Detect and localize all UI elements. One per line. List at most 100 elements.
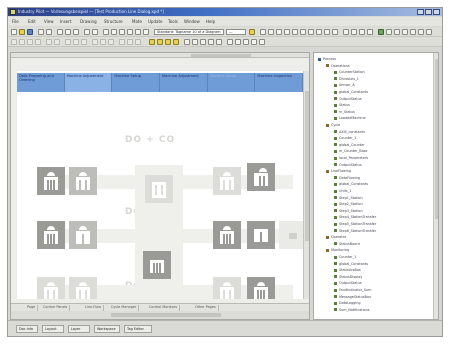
image-icon[interactable] [127, 29, 133, 35]
tree-folder[interactable]: Cycle [326, 123, 340, 127]
status-layer[interactable]: Layer [68, 325, 90, 333]
copy-icon[interactable] [65, 29, 71, 35]
station-block[interactable] [279, 221, 303, 249]
align-left-icon[interactable] [65, 39, 71, 45]
diagram-canvas[interactable]: Data Preparing and Ordering Machine Adju… [17, 71, 303, 299]
canvas-tab-machine-setup-2[interactable]: Machine Setup [208, 73, 256, 92]
maximize-icon[interactable] [425, 9, 432, 15]
minimize-icon[interactable] [417, 9, 424, 15]
tree-leaf[interactable]: m_Counter_Base [334, 149, 368, 153]
station-block[interactable] [37, 221, 65, 249]
highlight-icon[interactable] [165, 39, 171, 45]
align-right-icon[interactable] [81, 39, 87, 45]
undo-icon[interactable] [84, 29, 90, 35]
polygon-tool-icon[interactable] [300, 29, 306, 35]
tree-folder[interactable]: Operations [326, 64, 350, 68]
open-icon[interactable] [19, 29, 25, 35]
compile-icon[interactable] [410, 29, 416, 35]
close-icon[interactable] [433, 9, 440, 15]
canvas-tab-machine-adjustment-2[interactable]: Machine Adjustment [160, 73, 208, 92]
same-width-icon[interactable] [119, 39, 125, 45]
tree-leaf[interactable]: StatusBoard [334, 242, 360, 246]
station-block[interactable] [213, 277, 241, 299]
status-doc-info[interactable]: Doc Info [16, 325, 38, 333]
tree-leaf[interactable]: Step6_StationTransfer [334, 229, 376, 233]
tree-leaf[interactable]: DataLogging [334, 301, 361, 305]
monitor-icon[interactable] [402, 29, 408, 35]
tree-leaf[interactable]: StatusDisplay [334, 275, 362, 279]
send-back-icon[interactable] [54, 39, 60, 45]
ellipse-tool-icon[interactable] [292, 29, 298, 35]
arc-tool-icon[interactable] [316, 29, 322, 35]
tree-leaf[interactable]: Counter_1 [334, 136, 356, 140]
status-layout[interactable]: Layout [42, 325, 64, 333]
station-block[interactable] [213, 221, 241, 249]
align-center-icon[interactable] [73, 39, 79, 45]
junction-block[interactable] [145, 175, 173, 203]
nav-last-icon[interactable] [251, 39, 257, 45]
chart-icon[interactable] [119, 29, 125, 35]
station-block[interactable] [247, 221, 275, 249]
tree-leaf[interactable]: m_Status [334, 110, 355, 114]
nav-next-icon[interactable] [243, 39, 249, 45]
tree-leaf[interactable]: OutputStatus [334, 163, 362, 167]
status-workspace[interactable]: Workspace [94, 325, 120, 333]
print-icon[interactable] [38, 29, 44, 35]
nav-prev-icon[interactable] [235, 39, 241, 45]
menu-window[interactable]: Window [184, 19, 200, 24]
tree-folder[interactable]: LineFlowing [326, 169, 351, 173]
menu-drawing[interactable]: Drawing [80, 19, 97, 24]
tree-leaf[interactable]: DataFlowing [334, 176, 360, 180]
canvas-tab-machine-adjustment[interactable]: Machine Adjustment [64, 73, 113, 92]
menu-view[interactable]: View [44, 19, 54, 24]
tree-leaf[interactable]: global_Counter [334, 143, 365, 147]
rotate-icon[interactable] [27, 39, 33, 45]
station-block[interactable] [37, 167, 65, 195]
tree-leaf[interactable]: Sensor_A [334, 83, 355, 87]
canvas-scroll-thumb[interactable] [305, 91, 309, 241]
same-height-icon[interactable] [127, 39, 133, 45]
menu-structure[interactable]: Structure [104, 19, 123, 24]
station-block[interactable] [37, 277, 65, 299]
zoom-out-icon[interactable] [192, 39, 198, 45]
junction-block[interactable] [143, 251, 171, 279]
tree-leaf[interactable]: StatisticsBox [334, 268, 361, 272]
style-combo[interactable]: Standard: Tagname 10 of a Diagram [154, 29, 224, 35]
table-icon[interactable] [103, 29, 109, 35]
zoom-combo[interactable]: — [226, 29, 246, 35]
move-icon[interactable] [19, 39, 25, 45]
tree-leaf[interactable]: MessageStatusBox [334, 295, 371, 299]
align-bottom-icon[interactable] [108, 39, 114, 45]
menu-tools[interactable]: Tools [168, 19, 178, 24]
bring-front-icon[interactable] [46, 39, 52, 45]
tree-leaf[interactable]: FaultIndicator_Sum [334, 288, 371, 292]
curve-tool-icon[interactable] [324, 29, 330, 35]
distribute-icon[interactable] [351, 29, 357, 35]
zoom-in-icon[interactable] [184, 39, 190, 45]
zoom-fit-icon[interactable] [200, 39, 206, 45]
station-block[interactable] [213, 167, 241, 195]
tree-leaf[interactable]: CounterStation [334, 70, 365, 74]
tree-leaf[interactable]: Sum_Notifications [334, 308, 370, 312]
menu-file[interactable]: File [12, 19, 19, 24]
tree-leaf[interactable]: OutputStatus [334, 281, 362, 285]
properties-icon[interactable] [143, 29, 149, 35]
tree-scrollbar[interactable] [433, 53, 438, 319]
text-tool-icon[interactable] [268, 29, 274, 35]
ruler-scroll[interactable] [11, 53, 309, 58]
flip-icon[interactable] [35, 39, 41, 45]
tree-folder[interactable]: Monitoring [326, 248, 349, 252]
align-top-icon[interactable] [92, 39, 98, 45]
same-size-icon[interactable] [135, 39, 141, 45]
save-icon[interactable] [27, 29, 33, 35]
canvas-tab-machine-inspection[interactable]: Machine Inspection [255, 73, 303, 92]
tree-leaf[interactable]: DriveAxis_1 [334, 77, 359, 81]
tree-leaf[interactable]: local_Parameters [334, 156, 368, 160]
pointer-icon[interactable] [260, 29, 266, 35]
pan-icon[interactable] [216, 39, 222, 45]
tree-leaf[interactable]: global_Constants [334, 90, 368, 94]
select-icon[interactable] [11, 39, 17, 45]
canvas-horizontal-scrollbar[interactable] [11, 311, 309, 319]
group-icon[interactable] [359, 29, 365, 35]
redo-icon[interactable] [92, 29, 98, 35]
